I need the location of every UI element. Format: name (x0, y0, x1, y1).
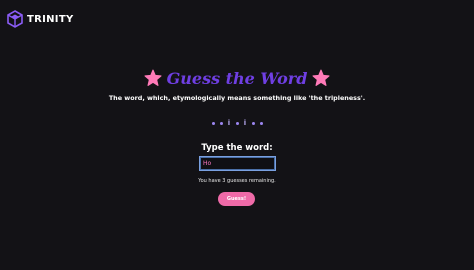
word-clue: The word, which, etymologically means so… (108, 94, 366, 102)
letter-slot (219, 117, 223, 129)
guesses-remaining-text: You have 3 guesses remaining. (198, 178, 276, 184)
title-row: Guess the Word (0, 66, 474, 90)
page: TRINITY Guess the Word The word, which, … (0, 0, 474, 270)
navbar: TRINITY (7, 9, 74, 29)
star-icon (312, 69, 330, 86)
brand-name[interactable]: TRINITY (27, 14, 74, 25)
letter-slot (211, 117, 215, 129)
cube-logo-icon[interactable] (7, 10, 23, 28)
letter-slot (259, 117, 263, 129)
guess-input[interactable] (199, 156, 276, 171)
star-icon (144, 69, 162, 86)
letter-slot: i (243, 119, 247, 127)
letter-slot (251, 117, 255, 129)
game-title: Guess the Word (166, 68, 308, 88)
letter-slot (235, 117, 239, 129)
letter-slot: i (227, 119, 231, 127)
guess-button[interactable]: Guess! (218, 192, 255, 206)
letter-slots: i i (0, 117, 474, 129)
type-word-label: Type the word: (201, 143, 273, 153)
